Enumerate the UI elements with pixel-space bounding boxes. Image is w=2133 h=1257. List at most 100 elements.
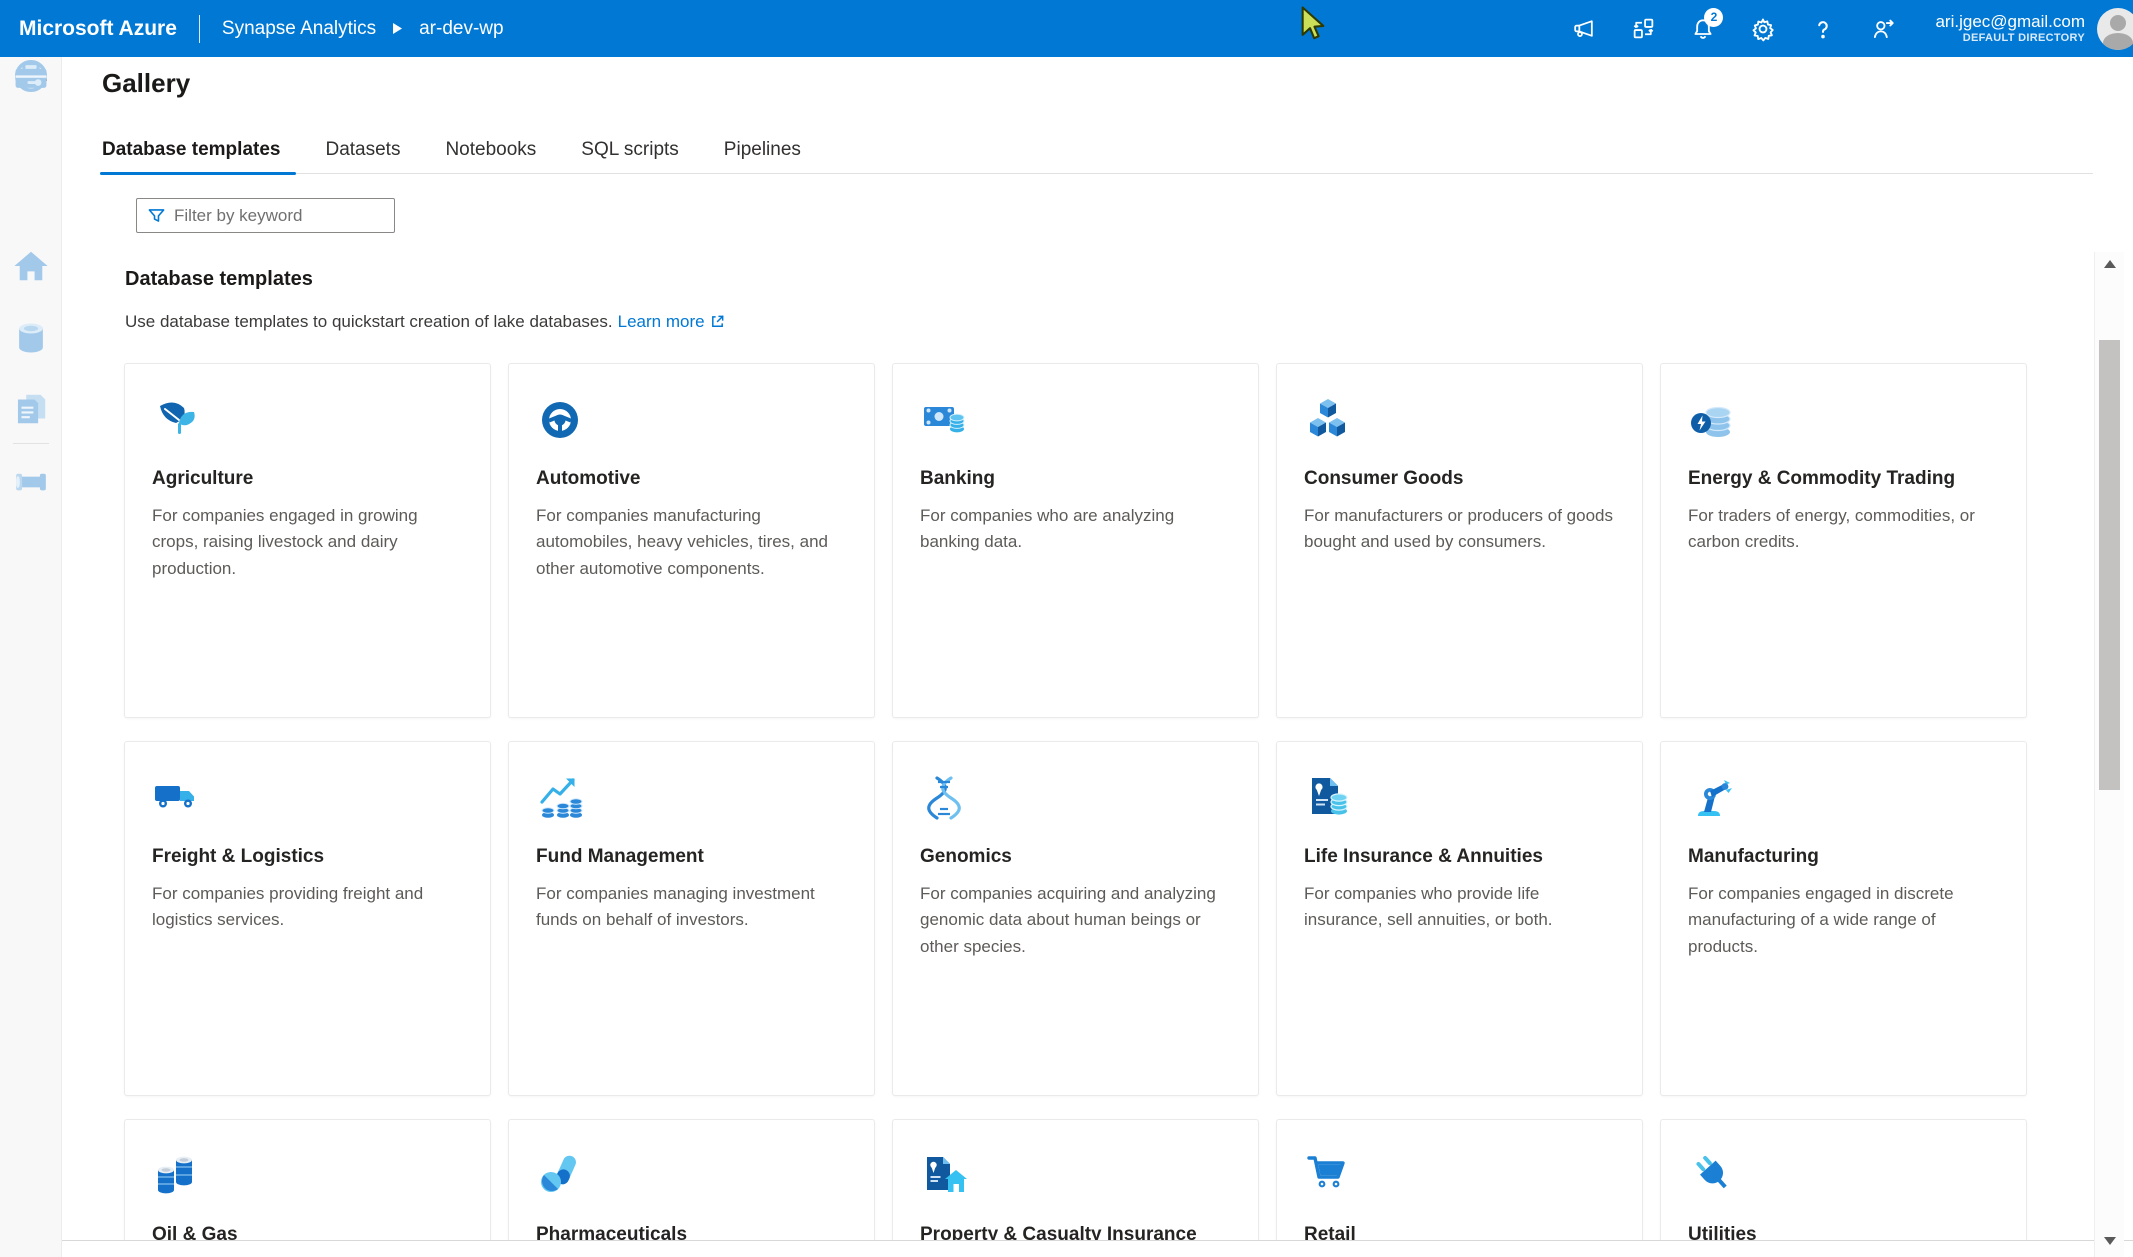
card-title: Manufacturing [1688, 846, 1999, 868]
header-divider [199, 15, 200, 43]
card-description: For companies managing investment funds … [536, 881, 847, 934]
top-bar: Microsoft Azure Synapse Analytics ar-dev… [0, 0, 2133, 57]
dna-icon [920, 774, 968, 822]
account-directory: DEFAULT DIRECTORY [1963, 32, 2085, 46]
card-genomics[interactable]: Genomics For companies acquiring and ana… [892, 741, 1259, 1096]
pills-icon [536, 1152, 584, 1200]
switch-workspace-icon[interactable] [1620, 6, 1666, 52]
card-manufacturing[interactable]: Manufacturing For companies engaged in d… [1660, 741, 2027, 1096]
scrollbar-thumb[interactable] [2099, 340, 2120, 790]
oil-barrels-icon [152, 1152, 200, 1200]
breadcrumb-chevron-icon [392, 22, 403, 35]
vertical-scrollbar [2094, 252, 2124, 1257]
sidebar-item-manage[interactable] [12, 57, 50, 95]
card-agriculture[interactable]: Agriculture For companies engaged in gro… [124, 363, 491, 718]
manage-toolbox-icon [12, 57, 50, 95]
card-banking[interactable]: Banking For companies who are analyzing … [892, 363, 1259, 718]
power-plug-icon [1688, 1152, 1736, 1200]
tab-notebooks[interactable]: Notebooks [445, 139, 536, 161]
develop-pages-icon [12, 390, 50, 428]
card-title: Agriculture [152, 468, 463, 490]
account-email: ari.jgec@gmail.com [1935, 11, 2085, 32]
card-freight-logistics[interactable]: Freight & Logistics For companies provid… [124, 741, 491, 1096]
card-description: For companies acquiring and analyzing ge… [920, 881, 1231, 960]
card-fund-management[interactable]: Fund Management For companies managing i… [508, 741, 875, 1096]
card-description: For companies who provide life insurance… [1304, 881, 1615, 934]
notification-badge: 2 [1704, 8, 1723, 27]
bottom-panel-edge [62, 1240, 2133, 1257]
shopping-cart-icon [1304, 1152, 1352, 1200]
breadcrumb-app[interactable]: Synapse Analytics [222, 18, 376, 40]
card-description: For companies manufacturing automobiles,… [536, 503, 847, 582]
sidebar-item-integrate[interactable] [12, 463, 50, 501]
home-icon [12, 247, 50, 285]
card-property-casualty-insurance[interactable]: Property & Casualty Insurance [892, 1119, 1259, 1257]
avatar[interactable] [2097, 8, 2133, 50]
top-bar-actions: 2 ari.jgec@gmail.com [1553, 0, 2133, 57]
card-automotive[interactable]: Automotive For companies manufacturing a… [508, 363, 875, 718]
card-life-insurance-annuities[interactable]: Life Insurance & Annuities For companies… [1276, 741, 1643, 1096]
card-description: For companies who are analyzing banking … [920, 503, 1231, 556]
card-energy-commodity-trading[interactable]: Energy & Commodity Trading For traders o… [1660, 363, 2027, 718]
card-retail[interactable]: Retail [1276, 1119, 1643, 1257]
megaphone-icon[interactable] [1560, 6, 1606, 52]
cubes-icon [1304, 396, 1352, 444]
card-title: Genomics [920, 846, 1231, 868]
growth-chart-coins-icon [536, 774, 584, 822]
card-utilities[interactable]: Utilities [1660, 1119, 2027, 1257]
card-title: Life Insurance & Annuities [1304, 846, 1615, 868]
card-oil-gas[interactable]: Oil & Gas [124, 1119, 491, 1257]
card-title: Fund Management [536, 846, 847, 868]
tab-sql-scripts[interactable]: SQL scripts [581, 139, 679, 161]
page-title: Gallery [102, 68, 190, 99]
sidebar-item-home[interactable] [12, 247, 50, 285]
feedback-person-icon[interactable] [1860, 6, 1906, 52]
breadcrumb-workspace[interactable]: ar-dev-wp [419, 18, 503, 40]
tab-database-templates[interactable]: Database templates [102, 139, 280, 161]
sidebar-item-develop[interactable] [12, 390, 50, 428]
integrate-pipeline-icon [12, 463, 50, 501]
learn-more-link[interactable]: Learn more [618, 312, 705, 331]
robot-arm-icon [1688, 774, 1736, 822]
account-info[interactable]: ari.jgec@gmail.com DEFAULT DIRECTORY [1935, 11, 2085, 46]
card-title: Consumer Goods [1304, 468, 1615, 490]
sidebar-divider [13, 443, 49, 444]
card-title: Energy & Commodity Trading [1688, 468, 1999, 490]
tab-bar: Database templates Datasets Notebooks SQL s… [102, 139, 2093, 174]
leaf-icon [152, 396, 200, 444]
scroll-down-arrow-icon[interactable] [2104, 1237, 2116, 1245]
section-description-text: Use database templates to quickstart cre… [125, 312, 613, 331]
external-link-icon [710, 314, 725, 334]
policy-coins-icon [1304, 774, 1352, 822]
notifications-bell-icon[interactable]: 2 [1680, 6, 1726, 52]
card-pharmaceuticals[interactable]: Pharmaceuticals [508, 1119, 875, 1257]
tab-datasets[interactable]: Datasets [325, 139, 400, 161]
card-description: For manufacturers or producers of goods … [1304, 503, 1615, 556]
filter-input[interactable] [174, 206, 374, 226]
banknote-coins-icon [920, 396, 968, 444]
card-description: For companies providing freight and logi… [152, 881, 463, 934]
section-description: Use database templates to quickstart cre… [125, 312, 725, 334]
card-grid: Agriculture For companies engaged in gro… [124, 363, 2027, 1257]
filter-funnel-icon [147, 206, 166, 225]
card-consumer-goods[interactable]: Consumer Goods For manufacturers or prod… [1276, 363, 1643, 718]
energy-coins-icon [1688, 396, 1736, 444]
scroll-up-arrow-icon[interactable] [2104, 260, 2116, 268]
database-cylinder-icon [12, 319, 50, 357]
section-heading: Database templates [125, 268, 313, 291]
synapse-gallery-window: Microsoft Azure Synapse Analytics ar-dev… [0, 0, 2133, 1257]
card-description: For companies engaged in discrete manufa… [1688, 881, 1999, 960]
azure-brand[interactable]: Microsoft Azure [19, 17, 177, 41]
card-title: Banking [920, 468, 1231, 490]
left-sidebar [0, 57, 62, 1257]
truck-icon [152, 774, 200, 822]
card-title: Freight & Logistics [152, 846, 463, 868]
help-icon[interactable] [1800, 6, 1846, 52]
settings-gear-icon[interactable] [1740, 6, 1786, 52]
steering-wheel-icon [536, 396, 584, 444]
card-description: For companies engaged in growing crops, … [152, 503, 463, 582]
sidebar-item-data[interactable] [12, 319, 50, 357]
filter-box [136, 198, 395, 233]
tab-pipelines[interactable]: Pipelines [724, 139, 801, 161]
card-description: For traders of energy, commodities, or c… [1688, 503, 1999, 556]
